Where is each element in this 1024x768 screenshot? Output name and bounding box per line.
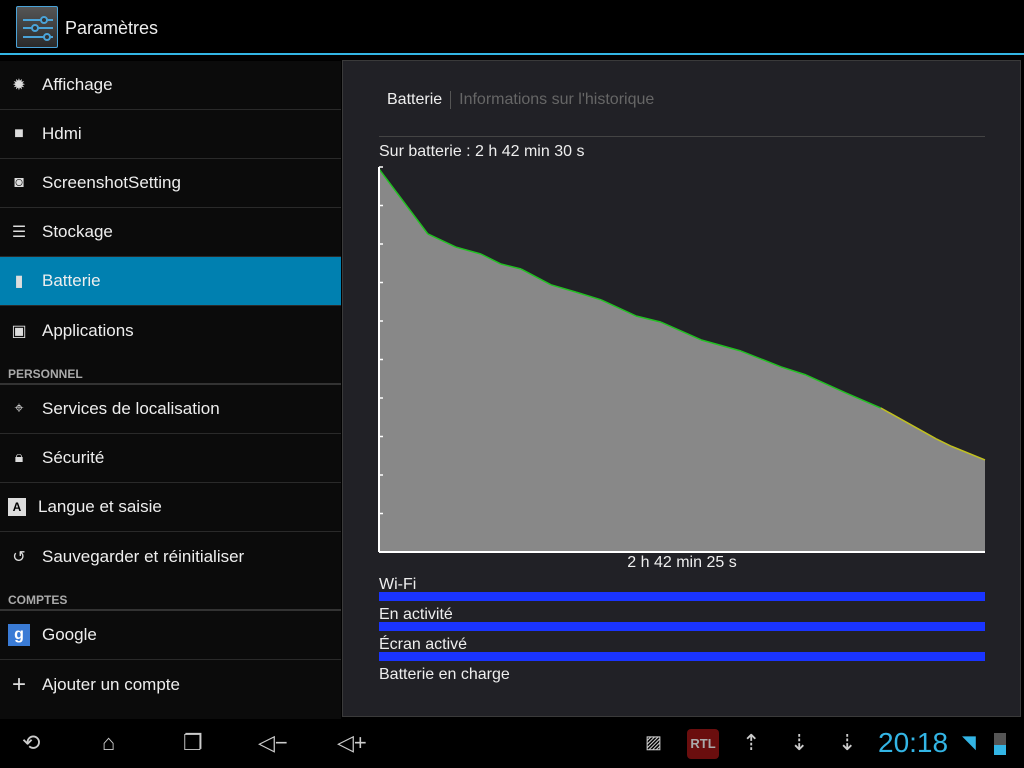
sidebar-item-localisation[interactable]: ⌖ Services de localisation [0, 385, 341, 434]
gallery-icon: ▨ [645, 732, 663, 752]
hdmi-icon: ■ [14, 125, 24, 142]
sidebar-item-affichage[interactable]: ✹ Affichage [0, 61, 341, 110]
system-bar: ⟲ ⌂ ❐ ◁− ◁+ ▨ RTL ⇡ ⇣ ⇣ ◥ [0, 720, 1024, 768]
wifi-icon: ◥ [962, 732, 976, 752]
timeline-label-charging: Batterie en charge [379, 666, 510, 683]
sidebar-item-applications[interactable]: ▣ Applications [0, 306, 341, 355]
volume-up-button[interactable]: ◁+ [337, 730, 367, 756]
sidebar-item-langue[interactable]: A Langue et saisie [0, 483, 341, 532]
sidebar-item-stockage[interactable]: ☰ Stockage [0, 208, 341, 257]
sidebar-item-label: ScreenshotSetting [42, 173, 181, 192]
keyboard-icon: A [8, 498, 26, 516]
applications-icon: ▣ [11, 322, 27, 340]
clock: 20:18 [878, 727, 949, 758]
battery-icon: ▮ [14, 273, 24, 290]
home-button[interactable]: ⌂ [102, 730, 115, 756]
sidebar-item-label: Ajouter un compte [42, 674, 180, 694]
app-title: Paramètres [65, 18, 159, 38]
sidebar-item-label: Google [42, 625, 97, 644]
battery-detail-panel: Batterie Informations sur l'historique S… [342, 60, 1021, 717]
settings-sidebar: ✹ Affichage ■ Hdmi ◙ ScreenshotSetting ☰ Sto… [0, 61, 341, 719]
upload-icon: ⇡ [742, 730, 761, 755]
sidebar-item-label: Stockage [42, 222, 113, 241]
timeline-bar-awake [379, 622, 985, 631]
action-bar: Paramètres [0, 0, 1024, 55]
rtl-app-icon: RTL [687, 729, 719, 759]
download-icon: ⇣ [790, 730, 809, 755]
sidebar-item-label: Applications [42, 320, 134, 340]
sidebar-item-label: Langue et saisie [38, 497, 162, 516]
battery-status-icon [994, 733, 1006, 755]
download-icon: ⇣ [838, 730, 857, 755]
sidebar-item-ajouter-compte[interactable]: + Ajouter un compte [0, 660, 341, 709]
timeline-bar-wifi [379, 592, 985, 601]
sidebar-item-securite[interactable]: 🔒︎ Sécurité [0, 434, 341, 483]
camera-icon: ◙ [14, 174, 24, 191]
sidebar-item-label: Services de localisation [42, 399, 220, 418]
volume-down-button[interactable]: ◁− [258, 730, 288, 756]
lock-icon: 🔒︎ [14, 449, 24, 466]
sidebar-item-hdmi[interactable]: ■ Hdmi [0, 110, 341, 159]
sidebar-item-sauvegarder[interactable]: ↺ Sauvegarder et réinitialiser [0, 532, 341, 581]
sidebar-item-screenshot[interactable]: ◙ ScreenshotSetting [0, 159, 341, 208]
sidebar-item-google[interactable]: g Google [0, 611, 341, 660]
sidebar-item-label: Sécurité [42, 448, 105, 467]
settings-app-icon[interactable] [16, 6, 58, 48]
sidebar-item-batterie[interactable]: ▮ Batterie [0, 257, 341, 306]
section-header-comptes: COMPTES [0, 581, 341, 611]
plus-icon: + [11, 670, 26, 698]
chart-x-label: 2 h 42 min 25 s [627, 554, 737, 571]
location-icon: ⌖ [14, 400, 24, 417]
sidebar-item-label: Affichage [42, 75, 113, 94]
section-header-personnel: PERSONNEL [0, 355, 341, 385]
backup-icon: ↺ [12, 548, 26, 566]
chart-area-fill [379, 168, 985, 553]
google-icon: g [8, 624, 30, 646]
timeline-bar-screen [379, 652, 985, 661]
sidebar-item-label: Batterie [42, 271, 101, 290]
storage-icon: ☰ [11, 224, 27, 241]
sidebar-item-label: Hdmi [42, 124, 82, 143]
recent-apps-button[interactable]: ❐ [183, 730, 203, 756]
sidebar-item-label: Sauvegarder et réinitialiser [42, 546, 245, 566]
back-button[interactable]: ⟲ [22, 730, 40, 756]
brightness-icon: ✹ [12, 77, 26, 94]
